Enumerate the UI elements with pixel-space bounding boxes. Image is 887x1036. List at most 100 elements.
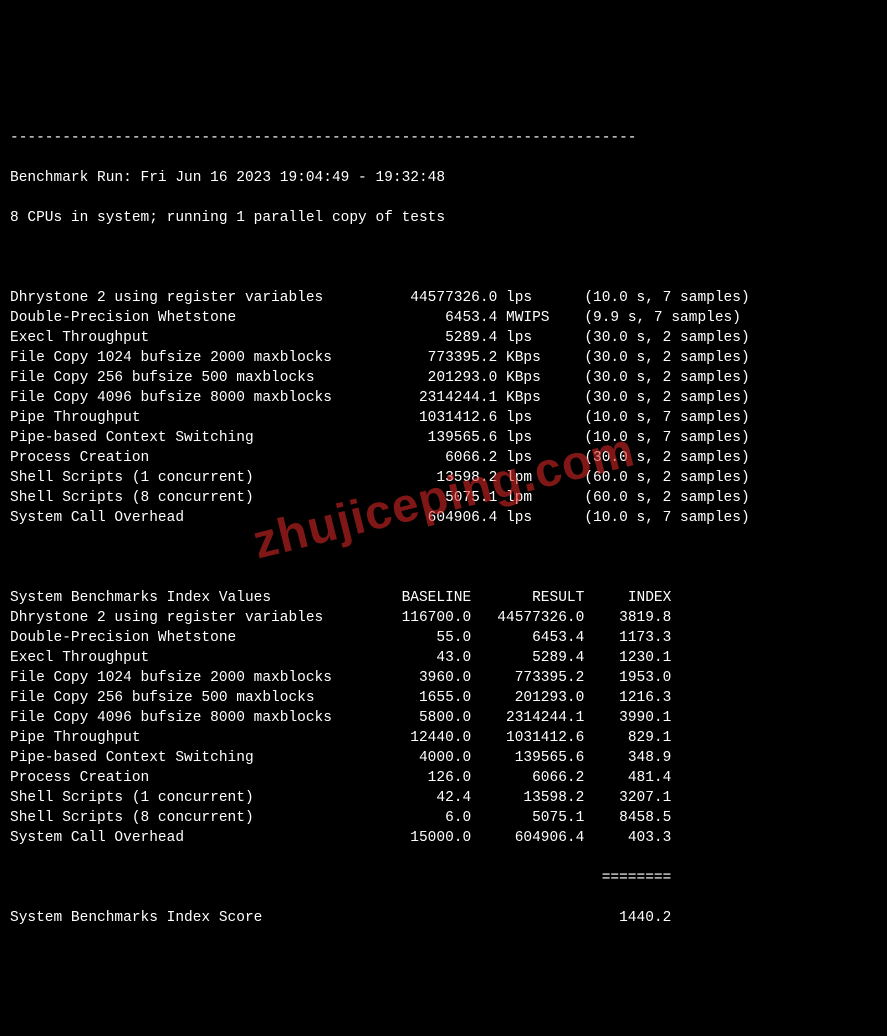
index-result: 5289.4 [471, 650, 584, 666]
index-baseline: 42.4 [358, 790, 471, 806]
index-name: File Copy 256 bufsize 500 maxblocks [10, 690, 358, 706]
test-row: Shell Scripts (8 concurrent) 5075.1 lpm … [10, 488, 877, 508]
index-value: 8458.5 [584, 810, 671, 826]
index-result: 604906.4 [471, 830, 584, 846]
test-row: Shell Scripts (1 concurrent) 13598.2 lpm… [10, 468, 877, 488]
score-line: System Benchmarks Index Score 1440.2 [10, 908, 877, 928]
index-baseline: 4000.0 [358, 750, 471, 766]
index-value: 3819.8 [584, 610, 671, 626]
index-result: 2314244.1 [471, 710, 584, 726]
index-baseline: 43.0 [358, 650, 471, 666]
separator-line: ----------------------------------------… [10, 128, 877, 148]
test-timing: (10.0 s, 7 samples) [558, 510, 749, 526]
index-name: Process Creation [10, 770, 358, 786]
index-baseline: 1655.0 [358, 690, 471, 706]
index-value: 829.1 [584, 730, 671, 746]
index-row: Double-Precision Whetstone 55.0 6453.4 1… [10, 628, 877, 648]
blank-line [10, 548, 877, 568]
index-header-row: System Benchmarks Index Values BASELINE … [10, 588, 877, 608]
index-baseline: 15000.0 [358, 830, 471, 846]
test-name: File Copy 4096 bufsize 8000 maxblocks [10, 390, 358, 406]
index-row: Execl Throughput 43.0 5289.4 1230.1 [10, 648, 877, 668]
index-header-result: RESULT [471, 590, 584, 606]
index-row: File Copy 1024 bufsize 2000 maxblocks 39… [10, 668, 877, 688]
blank-line [10, 248, 877, 268]
test-row: Pipe Throughput 1031412.6 lps (10.0 s, 7… [10, 408, 877, 428]
test-value: 5289.4 [358, 330, 497, 346]
index-header-baseline: BASELINE [358, 590, 471, 606]
index-name: Double-Precision Whetstone [10, 630, 358, 646]
index-name: Dhrystone 2 using register variables [10, 610, 358, 626]
index-name: Execl Throughput [10, 650, 358, 666]
test-unit: lpm [497, 470, 558, 486]
benchmark-run-line: Benchmark Run: Fri Jun 16 2023 19:04:49 … [10, 168, 877, 188]
test-name: Dhrystone 2 using register variables [10, 290, 358, 306]
index-name: File Copy 4096 bufsize 8000 maxblocks [10, 710, 358, 726]
index-value: 3990.1 [584, 710, 671, 726]
test-timing: (30.0 s, 2 samples) [558, 390, 749, 406]
test-name: File Copy 1024 bufsize 2000 maxblocks [10, 350, 358, 366]
test-name: File Copy 256 bufsize 500 maxblocks [10, 370, 358, 386]
index-value: 348.9 [584, 750, 671, 766]
index-value: 1216.3 [584, 690, 671, 706]
index-result: 1031412.6 [471, 730, 584, 746]
index-row: Pipe Throughput 12440.0 1031412.6 829.1 [10, 728, 877, 748]
index-result: 6453.4 [471, 630, 584, 646]
index-result: 13598.2 [471, 790, 584, 806]
test-name: Double-Precision Whetstone [10, 310, 358, 326]
index-baseline: 55.0 [358, 630, 471, 646]
index-row: Shell Scripts (8 concurrent) 6.0 5075.1 … [10, 808, 877, 828]
test-row: System Call Overhead 604906.4 lps (10.0 … [10, 508, 877, 528]
test-value: 13598.2 [358, 470, 497, 486]
test-row: File Copy 256 bufsize 500 maxblocks 2012… [10, 368, 877, 388]
index-row: System Call Overhead 15000.0 604906.4 40… [10, 828, 877, 848]
test-timing: (30.0 s, 2 samples) [558, 370, 749, 386]
test-unit: KBps [497, 390, 558, 406]
index-value: 403.3 [584, 830, 671, 846]
test-row: Dhrystone 2 using register variables 445… [10, 288, 877, 308]
index-header-index: INDEX [584, 590, 671, 606]
test-value: 44577326.0 [358, 290, 497, 306]
test-value: 6453.4 [358, 310, 497, 326]
test-name: Shell Scripts (8 concurrent) [10, 490, 358, 506]
index-value: 3207.1 [584, 790, 671, 806]
index-section: System Benchmarks Index Values BASELINE … [10, 588, 877, 848]
index-row: Dhrystone 2 using register variables 116… [10, 608, 877, 628]
index-value: 1230.1 [584, 650, 671, 666]
test-value: 2314244.1 [358, 390, 497, 406]
score-label: System Benchmarks Index Score [10, 910, 584, 926]
index-result: 6066.2 [471, 770, 584, 786]
test-name: Pipe-based Context Switching [10, 430, 358, 446]
index-result: 5075.1 [471, 810, 584, 826]
test-row: Process Creation 6066.2 lps (30.0 s, 2 s… [10, 448, 877, 468]
index-row: Pipe-based Context Switching 4000.0 1395… [10, 748, 877, 768]
test-name: Pipe Throughput [10, 410, 358, 426]
index-header-label: System Benchmarks Index Values [10, 590, 358, 606]
index-result: 44577326.0 [471, 610, 584, 626]
test-row: Pipe-based Context Switching 139565.6 lp… [10, 428, 877, 448]
test-name: Shell Scripts (1 concurrent) [10, 470, 358, 486]
test-row: Double-Precision Whetstone 6453.4 MWIPS … [10, 308, 877, 328]
test-unit: lps [497, 430, 558, 446]
test-value: 5075.1 [358, 490, 497, 506]
test-timing: (30.0 s, 2 samples) [558, 330, 749, 346]
test-row: File Copy 4096 bufsize 8000 maxblocks 23… [10, 388, 877, 408]
test-value: 604906.4 [358, 510, 497, 526]
test-timing: (9.9 s, 7 samples) [558, 310, 741, 326]
test-timing: (60.0 s, 2 samples) [558, 490, 749, 506]
score-separator: ======== [10, 870, 671, 886]
test-value: 1031412.6 [358, 410, 497, 426]
test-unit: KBps [497, 370, 558, 386]
test-unit: MWIPS [497, 310, 558, 326]
tests-section: Dhrystone 2 using register variables 445… [10, 288, 877, 528]
index-row: File Copy 4096 bufsize 8000 maxblocks 58… [10, 708, 877, 728]
index-value: 1953.0 [584, 670, 671, 686]
index-baseline: 116700.0 [358, 610, 471, 626]
test-name: Process Creation [10, 450, 358, 466]
test-row: Execl Throughput 5289.4 lps (30.0 s, 2 s… [10, 328, 877, 348]
cpu-info-line: 8 CPUs in system; running 1 parallel cop… [10, 208, 877, 228]
index-name: File Copy 1024 bufsize 2000 maxblocks [10, 670, 358, 686]
test-timing: (30.0 s, 2 samples) [558, 350, 749, 366]
index-name: Pipe-based Context Switching [10, 750, 358, 766]
test-unit: lpm [497, 490, 558, 506]
